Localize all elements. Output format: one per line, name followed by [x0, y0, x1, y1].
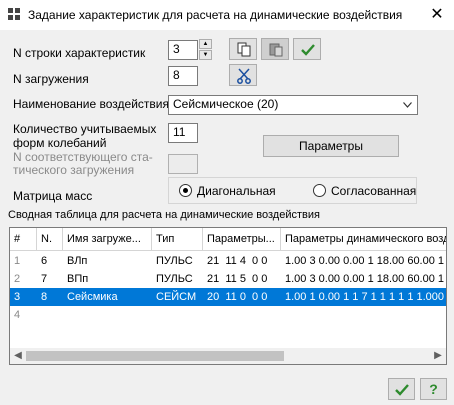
- table-caption: Сводная таблица для расчета на динамичес…: [8, 209, 320, 221]
- close-button[interactable]: ✕: [424, 3, 450, 27]
- radio-diagonal[interactable]: [179, 184, 192, 197]
- cell-type: ПУЛЬС: [156, 255, 193, 267]
- cell-type: ПУЛЬС: [156, 273, 193, 285]
- cell-load-name: Сейсмика: [67, 291, 118, 303]
- cell-params: 21 11 4 0 0: [207, 255, 268, 267]
- table-row[interactable]: 4: [10, 306, 446, 324]
- cell-type: СЕЙСМ: [156, 291, 197, 303]
- modes-count-label-line2: форм колебаний: [13, 136, 107, 150]
- cell-dynamic-params: 1.00 1 0.00 1 1 7 1 1 1 1 1 1.000: [285, 291, 445, 303]
- static-load-label-line2: тического загружения: [13, 163, 135, 177]
- mass-matrix-label: Матрица масс: [13, 189, 93, 203]
- col-index[interactable]: #: [10, 228, 37, 250]
- cell-params: 20 11 0 0 0: [207, 291, 268, 303]
- paste-button[interactable]: [261, 38, 289, 60]
- radio-consistent-label[interactable]: Согласованная: [331, 184, 416, 198]
- modes-count-label: Количество учитываемых форм колебаний: [13, 122, 156, 150]
- col-params[interactable]: Параметры...: [203, 228, 281, 250]
- radio-diagonal-label[interactable]: Диагональная: [197, 184, 276, 198]
- cell-load-name: ВПп: [67, 273, 89, 285]
- horizontal-scrollbar[interactable]: ◀ ▶: [10, 348, 446, 364]
- table-header: # N. Имя загруже... Тип Параметры... Пар…: [10, 228, 446, 251]
- action-name-label: Наименование воздействия: [13, 97, 169, 111]
- col-n[interactable]: N.: [37, 228, 63, 250]
- window-title: Задание характеристик для расчета на дин…: [28, 8, 403, 22]
- cell-index: 4: [14, 309, 21, 321]
- modes-count-field[interactable]: 11: [168, 123, 198, 143]
- cell-n: 7: [41, 273, 48, 285]
- chevron-down-icon: [403, 102, 412, 108]
- cell-n: 8: [41, 291, 48, 303]
- col-type[interactable]: Тип: [152, 228, 203, 250]
- copy-button[interactable]: [229, 38, 257, 60]
- ok-button[interactable]: [388, 378, 415, 400]
- cell-load-name: ВЛп: [67, 255, 88, 267]
- spin-down-icon[interactable]: ▼: [199, 50, 212, 60]
- table-row[interactable]: 2 7 ВПп ПУЛЬС 21 11 5 0 0 1.00 3 0.00 0.…: [10, 270, 446, 288]
- static-load-field: [168, 154, 198, 174]
- cell-dynamic-params: 1.00 3 0.00 0.00 1 18.00 60.00 1: [285, 255, 445, 267]
- radio-consistent[interactable]: [313, 184, 326, 197]
- cell-index: 2: [14, 273, 21, 285]
- modes-count-label-line1: Количество учитываемых: [13, 122, 157, 136]
- check-icon: [395, 384, 409, 396]
- app-icon: [8, 8, 20, 20]
- check-icon: [301, 44, 315, 56]
- cell-index: 3: [14, 291, 21, 303]
- cell-n: 6: [41, 255, 48, 267]
- scroll-right-icon[interactable]: ▶: [430, 348, 446, 364]
- load-number-label: N загружения: [13, 72, 89, 86]
- table-row-selected[interactable]: 3 8 Сейсмика СЕЙСМ 20 11 0 0 0 1.00 1 0.…: [10, 288, 446, 306]
- cell-dynamic-params: 1.00 3 0.00 0.00 1 18.00 60.00 1: [285, 273, 445, 285]
- row-number-spinner[interactable]: ▲ ▼: [199, 39, 212, 61]
- row-number-field[interactable]: 3: [168, 40, 198, 60]
- scroll-left-icon[interactable]: ◀: [10, 348, 26, 364]
- load-number-field[interactable]: 8: [168, 66, 198, 86]
- col-load-name[interactable]: Имя загруже...: [63, 228, 152, 250]
- row-number-label: N строки характеристик: [13, 46, 146, 60]
- spin-up-icon[interactable]: ▲: [199, 39, 212, 49]
- table-row[interactable]: 1 6 ВЛп ПУЛЬС 21 11 4 0 0 1.00 3 0.00 0.…: [10, 252, 446, 270]
- cell-params: 21 11 5 0 0: [207, 273, 268, 285]
- static-load-label: N соответствующего ста- тического загруж…: [13, 151, 153, 177]
- paste-icon: [269, 43, 283, 57]
- cell-index: 1: [14, 255, 21, 267]
- help-button[interactable]: ?: [420, 378, 447, 400]
- scrollbar-thumb[interactable]: [26, 351, 284, 361]
- scissors-icon: [237, 68, 251, 84]
- summary-table[interactable]: # N. Имя загруже... Тип Параметры... Пар…: [9, 227, 447, 365]
- action-select-value: Сейсмическое (20): [173, 97, 279, 111]
- cut-button[interactable]: [229, 64, 257, 86]
- copy-icon: [237, 42, 251, 57]
- parameters-button[interactable]: Параметры: [263, 135, 399, 157]
- action-select[interactable]: Сейсмическое (20): [168, 95, 418, 115]
- apply-button[interactable]: [293, 38, 321, 60]
- col-dynamic-params[interactable]: Параметры динамического возд: [281, 228, 446, 250]
